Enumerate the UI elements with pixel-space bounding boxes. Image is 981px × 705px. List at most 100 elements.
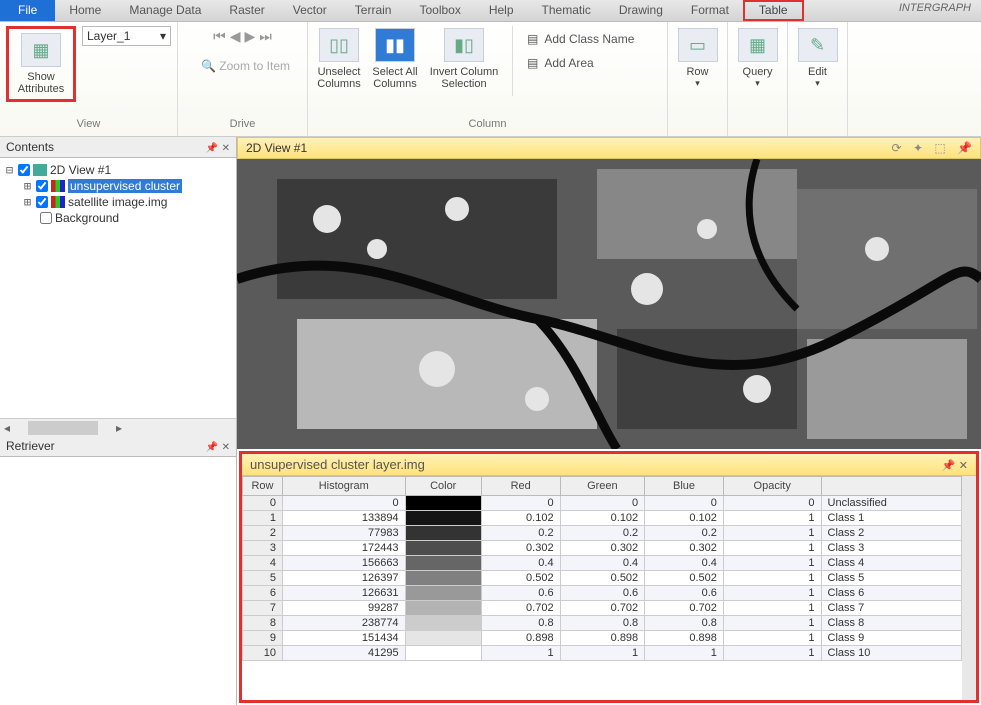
- table-row[interactable]: 10412951111Class 10: [243, 646, 962, 661]
- cell-red[interactable]: 0.502: [481, 571, 560, 586]
- cell-color[interactable]: [405, 616, 481, 631]
- menu-raster[interactable]: Raster: [215, 0, 278, 21]
- cell-red[interactable]: 0.302: [481, 541, 560, 556]
- cell-histogram[interactable]: 151434: [283, 631, 406, 646]
- collapse-icon[interactable]: ⊟: [4, 163, 15, 177]
- cell-class[interactable]: Unclassified: [821, 496, 961, 511]
- table-row[interactable]: 91514340.8980.8980.8981Class 9: [243, 631, 962, 646]
- menu-thematic[interactable]: Thematic: [528, 0, 605, 21]
- cell-opacity[interactable]: 1: [723, 541, 821, 556]
- column-header[interactable]: Blue: [645, 477, 724, 496]
- cell-red[interactable]: 1: [481, 646, 560, 661]
- cell-blue[interactable]: 0.302: [645, 541, 724, 556]
- cell-class[interactable]: Class 7: [821, 601, 961, 616]
- invert-column-selection-button[interactable]: ▮▯ Invert Column Selection: [426, 26, 502, 92]
- prev-icon[interactable]: ◀: [230, 28, 241, 45]
- zoom-to-item-button[interactable]: 🔍 Zoom to Item: [195, 51, 290, 73]
- cell-opacity[interactable]: 1: [723, 556, 821, 571]
- cell-green[interactable]: 0.702: [560, 601, 645, 616]
- cell-class[interactable]: Class 10: [821, 646, 961, 661]
- menu-file[interactable]: File: [0, 0, 55, 21]
- cell-histogram[interactable]: 133894: [283, 511, 406, 526]
- cell-class[interactable]: Class 3: [821, 541, 961, 556]
- cell-class[interactable]: Class 6: [821, 586, 961, 601]
- edit-button[interactable]: ✎ Edit ▾: [794, 26, 841, 91]
- cell-opacity[interactable]: 1: [723, 616, 821, 631]
- cell-green[interactable]: 0.898: [560, 631, 645, 646]
- menu-vector[interactable]: Vector: [279, 0, 341, 21]
- cell-histogram[interactable]: 99287: [283, 601, 406, 616]
- column-header[interactable]: Green: [560, 477, 645, 496]
- cell-class[interactable]: Class 8: [821, 616, 961, 631]
- tool-icon[interactable]: ✦: [913, 141, 923, 155]
- cell-histogram[interactable]: 0: [283, 496, 406, 511]
- cell-blue[interactable]: 0.502: [645, 571, 724, 586]
- cell-histogram[interactable]: 238774: [283, 616, 406, 631]
- select-all-columns-button[interactable]: ▮▮ Select All Columns: [370, 26, 420, 92]
- layer-checkbox[interactable]: [40, 212, 52, 224]
- tree-item-satellite[interactable]: satellite image.img: [68, 195, 167, 209]
- menu-terrain[interactable]: Terrain: [341, 0, 406, 21]
- next-icon[interactable]: ▶: [245, 28, 256, 45]
- cell-histogram[interactable]: 126397: [283, 571, 406, 586]
- cell-red[interactable]: 0.2: [481, 526, 560, 541]
- table-row[interactable]: 11338940.1020.1020.1021Class 1: [243, 511, 962, 526]
- cell-green[interactable]: 0.2: [560, 526, 645, 541]
- cell-blue[interactable]: 0.4: [645, 556, 724, 571]
- cell-green[interactable]: 0.6: [560, 586, 645, 601]
- cell-color[interactable]: [405, 571, 481, 586]
- cell-color[interactable]: [405, 586, 481, 601]
- cell-class[interactable]: Class 5: [821, 571, 961, 586]
- tool-icon[interactable]: ⬚: [934, 141, 945, 155]
- cell-color[interactable]: [405, 496, 481, 511]
- cell-green[interactable]: 0.502: [560, 571, 645, 586]
- cell-blue[interactable]: 0: [645, 496, 724, 511]
- cell-green[interactable]: 0.4: [560, 556, 645, 571]
- column-header[interactable]: Histogram: [283, 477, 406, 496]
- cell-histogram[interactable]: 41295: [283, 646, 406, 661]
- cell-red[interactable]: 0.702: [481, 601, 560, 616]
- tree-item-background[interactable]: Background: [55, 211, 119, 225]
- menu-home[interactable]: Home: [55, 0, 115, 21]
- first-icon[interactable]: ⏮: [213, 28, 226, 45]
- cell-histogram[interactable]: 172443: [283, 541, 406, 556]
- pin-icon[interactable]: 📌: [941, 460, 955, 472]
- pin-icon[interactable]: 📌: [206, 143, 218, 154]
- cell-color[interactable]: [405, 541, 481, 556]
- add-area-button[interactable]: ▤ Add Area: [523, 54, 638, 72]
- cell-color[interactable]: [405, 526, 481, 541]
- cell-green[interactable]: 0.102: [560, 511, 645, 526]
- column-header[interactable]: Row: [243, 477, 283, 496]
- table-row[interactable]: 82387740.80.80.81Class 8: [243, 616, 962, 631]
- cell-blue[interactable]: 1: [645, 646, 724, 661]
- cell-color[interactable]: [405, 556, 481, 571]
- add-class-name-button[interactable]: ▤ Add Class Name: [523, 30, 638, 48]
- row-button[interactable]: ▭ Row ▾: [674, 26, 721, 91]
- cell-color[interactable]: [405, 646, 481, 661]
- tree-root-label[interactable]: 2D View #1: [50, 163, 111, 177]
- cell-class[interactable]: Class 2: [821, 526, 961, 541]
- unselect-columns-button[interactable]: ▯▯ Unselect Columns: [314, 26, 364, 92]
- column-header[interactable]: [821, 477, 961, 496]
- layer-select[interactable]: Layer_1 ▾: [82, 26, 171, 46]
- menu-drawing[interactable]: Drawing: [605, 0, 677, 21]
- cell-class[interactable]: Class 4: [821, 556, 961, 571]
- tree-item-unsupervised[interactable]: unsupervised cluster: [68, 179, 182, 193]
- cell-opacity[interactable]: 1: [723, 631, 821, 646]
- vscrollbar[interactable]: [962, 476, 976, 700]
- cell-red[interactable]: 0.4: [481, 556, 560, 571]
- cell-red[interactable]: 0.8: [481, 616, 560, 631]
- cell-blue[interactable]: 0.898: [645, 631, 724, 646]
- close-icon[interactable]: ✕: [222, 143, 230, 154]
- cell-opacity[interactable]: 1: [723, 586, 821, 601]
- layer-checkbox[interactable]: [36, 196, 48, 208]
- cell-histogram[interactable]: 77983: [283, 526, 406, 541]
- menu-table[interactable]: Table: [743, 0, 804, 21]
- cell-histogram[interactable]: 156663: [283, 556, 406, 571]
- cell-opacity[interactable]: 1: [723, 601, 821, 616]
- attribute-table-grid[interactable]: RowHistogramColorRedGreenBlueOpacity 000…: [242, 476, 962, 700]
- table-row[interactable]: 31724430.3020.3020.3021Class 3: [243, 541, 962, 556]
- last-icon[interactable]: ⏭: [259, 28, 272, 45]
- cell-histogram[interactable]: 126631: [283, 586, 406, 601]
- show-attributes-button[interactable]: ▦ Show Attributes: [11, 31, 71, 97]
